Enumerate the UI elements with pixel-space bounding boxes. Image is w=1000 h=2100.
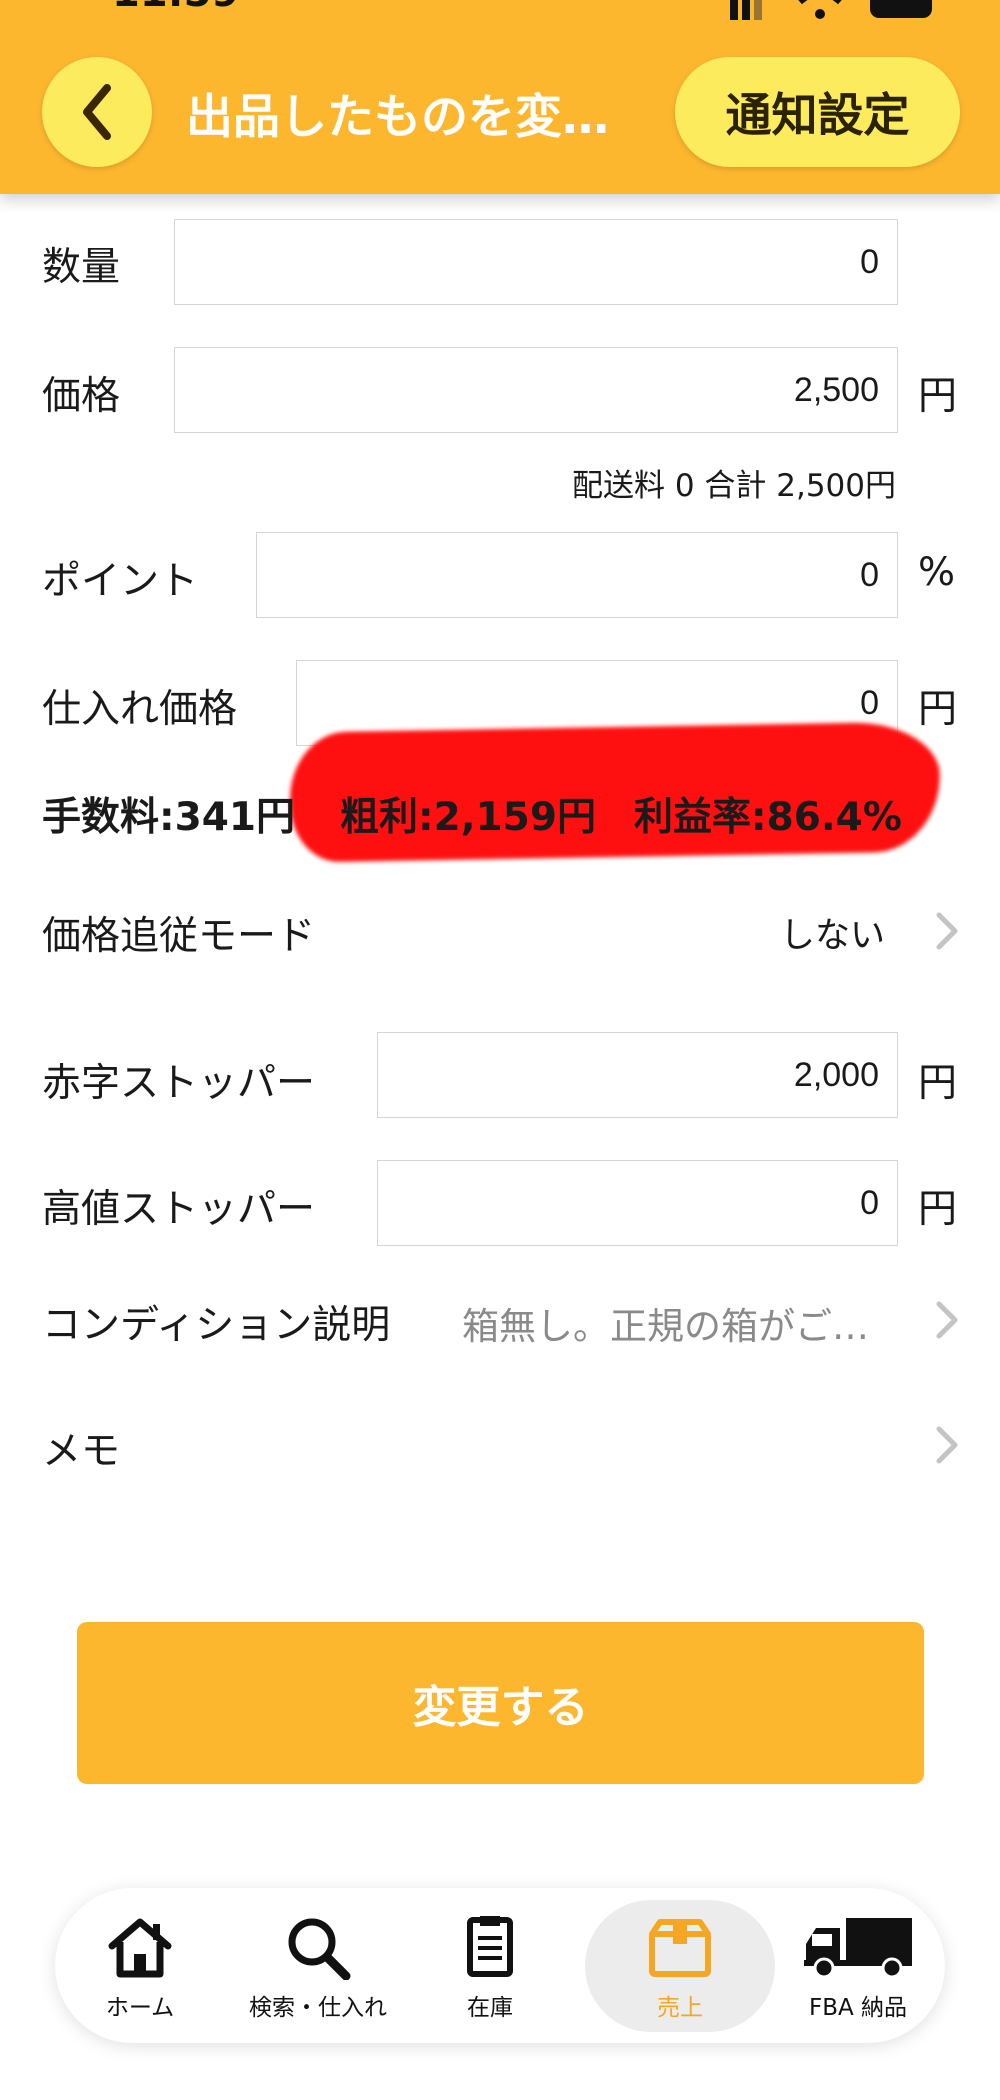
memo-label: メモ xyxy=(42,1429,121,1474)
chevron-left-icon xyxy=(83,84,111,140)
box-icon xyxy=(649,1919,711,1977)
tab-inventory[interactable]: 在庫 xyxy=(415,1888,565,2043)
chevron-right-icon xyxy=(936,912,958,950)
loss-stopper-input[interactable]: 2,000 xyxy=(377,1032,898,1118)
tab-home[interactable]: ホーム xyxy=(55,1888,225,2043)
high-stopper-input[interactable]: 0 xyxy=(377,1160,898,1246)
gross-profit-text: 粗利:2,159円 xyxy=(340,795,596,840)
tab-search-label: 検索・仕入れ xyxy=(249,1995,387,2021)
chevron-right-icon xyxy=(936,1301,958,1339)
condition-label: コンディション説明 xyxy=(42,1303,391,1348)
tab-inventory-label: 在庫 xyxy=(467,1995,513,2021)
loss-stopper-label: 赤字ストッパー xyxy=(42,1061,316,1106)
high-stopper-unit: 円 xyxy=(918,1187,958,1232)
app-header: 11:59 出品したものを変… 通知設定 xyxy=(0,0,1000,194)
loss-stopper-unit: 円 xyxy=(918,1061,958,1106)
price-label: 価格 xyxy=(42,374,121,419)
tab-home-label: ホーム xyxy=(105,1995,175,2021)
tab-sales-label: 売上 xyxy=(657,1995,703,2021)
search-icon xyxy=(288,1918,351,1980)
condition-row[interactable]: コンディション説明 箱無し。正規の箱がご… xyxy=(0,1268,1000,1368)
tab-bar: ホーム 検索・仕入れ 在庫 売上 FBA 納品 xyxy=(55,1888,945,2043)
home-icon xyxy=(108,1918,172,1978)
tab-search[interactable]: 検索・仕入れ xyxy=(233,1888,403,2043)
purchase-price-unit: 円 xyxy=(918,687,958,732)
price-input[interactable]: 2,500 xyxy=(174,347,898,433)
tab-sales[interactable]: 売上 xyxy=(595,1888,765,2043)
price-unit: 円 xyxy=(918,374,958,419)
tab-fba[interactable]: FBA 納品 xyxy=(773,1888,943,2043)
memo-row[interactable]: メモ xyxy=(0,1395,1000,1495)
page-title: 出品したものを変… xyxy=(186,90,609,145)
high-stopper-label: 高値ストッパー xyxy=(42,1187,316,1232)
points-unit: % xyxy=(918,550,956,595)
status-time: 11:59 xyxy=(112,0,239,16)
submit-button[interactable]: 変更する xyxy=(77,1622,924,1784)
status-icons xyxy=(730,0,932,20)
price-tracking-value: しない xyxy=(779,916,885,956)
quantity-input[interactable]: 0 xyxy=(174,219,898,305)
chevron-right-icon xyxy=(936,1426,958,1464)
inventory-icon xyxy=(467,1916,513,1977)
points-input[interactable]: 0 xyxy=(256,532,898,618)
purchase-price-label: 仕入れ価格 xyxy=(42,687,238,732)
back-button[interactable] xyxy=(42,57,152,167)
price-tracking-row[interactable]: 価格追従モード しない xyxy=(0,880,1000,980)
tab-fba-label: FBA 納品 xyxy=(808,1995,908,2021)
fees-text: 手数料:341円 xyxy=(42,795,296,840)
condition-value: 箱無し。正規の箱がご… xyxy=(462,1305,869,1348)
profit-rate-text: 利益率:86.4% xyxy=(634,795,902,840)
quantity-label: 数量 xyxy=(42,245,121,290)
shipping-summary: 配送料 0 合計 2,500円 xyxy=(571,468,896,504)
points-label: ポイント xyxy=(42,559,199,604)
notification-settings-button[interactable]: 通知設定 xyxy=(675,57,960,167)
price-tracking-label: 価格追従モード xyxy=(42,914,316,959)
truck-icon xyxy=(804,1918,912,1979)
